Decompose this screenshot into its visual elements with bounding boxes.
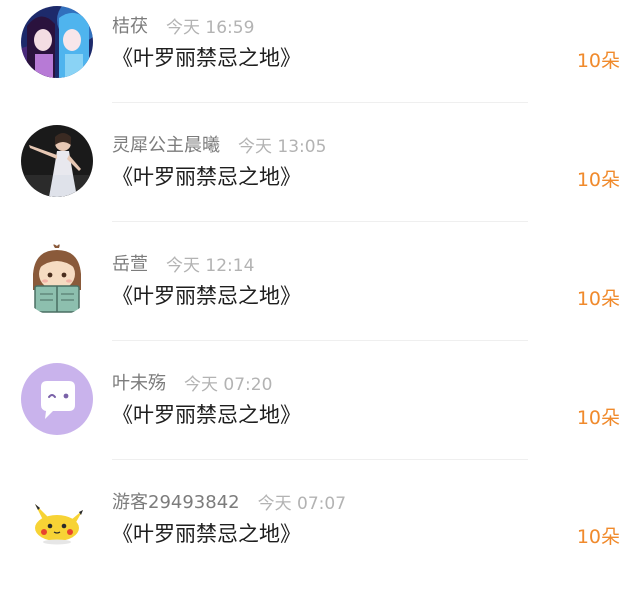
chat-bubble-avatar[interactable] [21, 363, 93, 435]
timestamp: 今天 12:14 [166, 255, 255, 276]
list-item[interactable]: 游客29493842 今天 07:07 《叶罗丽禁忌之地》 10朵 [0, 476, 640, 595]
list-item[interactable]: 岳萱 今天 12:14 《叶罗丽禁忌之地》 10朵 [0, 238, 640, 357]
pikachu-avatar[interactable] [21, 482, 93, 554]
list-item[interactable]: 桔茯 今天 16:59 《叶罗丽禁忌之地》 10朵 [0, 0, 640, 119]
book-title: 《叶罗丽禁忌之地》 [112, 522, 301, 546]
anime-dolls-avatar-image [21, 6, 93, 78]
user-name[interactable]: 叶未殇 [112, 369, 166, 395]
timestamp: 今天 13:05 [238, 136, 327, 157]
user-name[interactable]: 灵犀公主晨曦 [112, 131, 220, 157]
book-title: 《叶罗丽禁忌之地》 [112, 403, 301, 427]
user-name[interactable]: 桔茯 [112, 12, 148, 38]
book-title: 《叶罗丽禁忌之地》 [112, 46, 301, 70]
user-name[interactable]: 岳萱 [112, 250, 148, 276]
flower-amount: 10朵 [576, 50, 620, 72]
chat-bubble-icon [21, 363, 93, 435]
dancer-photo-avatar[interactable] [21, 125, 93, 197]
list-item[interactable]: 灵犀公主晨曦 今天 13:05 《叶罗丽禁忌之地》 10朵 [0, 119, 640, 238]
user-name[interactable]: 游客29493842 [112, 488, 240, 514]
reading-girl-avatar[interactable] [21, 244, 93, 316]
list-item[interactable]: 叶未殇 今天 07:20 《叶罗丽禁忌之地》 10朵 [0, 357, 640, 476]
timestamp: 今天 16:59 [166, 17, 255, 38]
timestamp: 今天 07:20 [184, 374, 273, 395]
dancer-photo-avatar-image [21, 125, 93, 197]
gift-record-list: 桔茯 今天 16:59 《叶罗丽禁忌之地》 10朵 灵犀公主晨曦 今天 13:0… [0, 0, 640, 597]
flower-amount: 10朵 [576, 288, 620, 310]
book-title: 《叶罗丽禁忌之地》 [112, 284, 301, 308]
pikachu-avatar-image [21, 482, 93, 554]
flower-amount: 10朵 [576, 169, 620, 191]
reading-girl-avatar-image [21, 244, 93, 316]
timestamp: 今天 07:07 [257, 493, 347, 514]
flower-amount: 10朵 [576, 407, 620, 429]
anime-dolls-avatar[interactable] [21, 6, 93, 78]
book-title: 《叶罗丽禁忌之地》 [112, 165, 301, 189]
flower-amount: 10朵 [576, 526, 620, 548]
